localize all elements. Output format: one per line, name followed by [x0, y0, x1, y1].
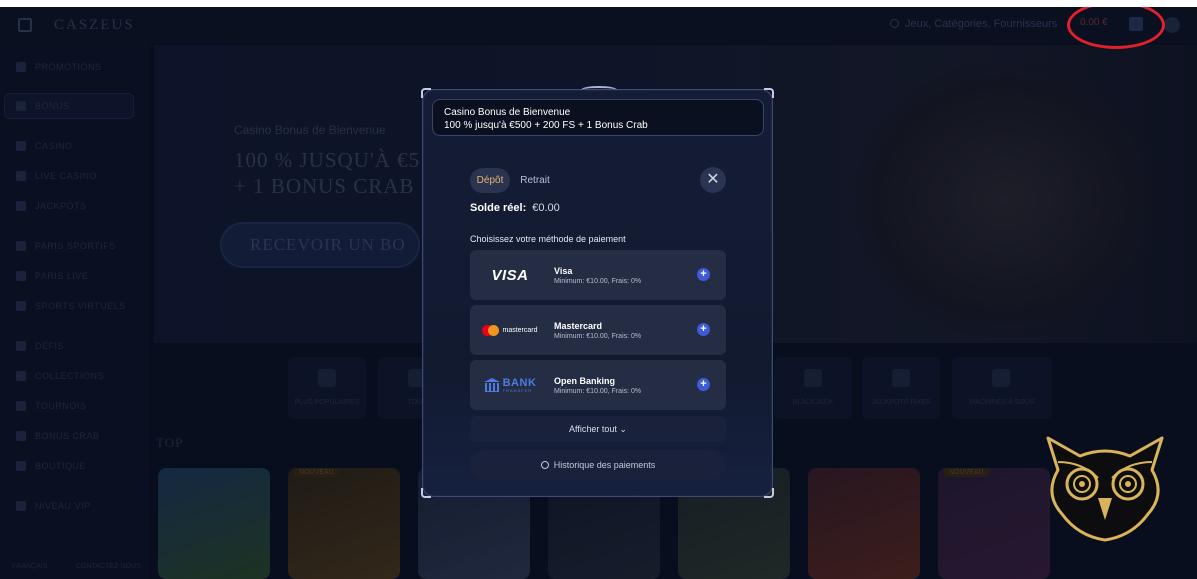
mastercard-logo: mastercard — [470, 305, 550, 355]
show-all-button[interactable]: Afficher tout ⌄ — [470, 416, 726, 442]
plus-icon[interactable]: + — [697, 378, 710, 391]
payment-method-name: Open Banking — [554, 376, 616, 386]
top-strip — [0, 0, 1197, 7]
history-icon — [540, 461, 549, 469]
payment-method-name: Visa — [554, 266, 573, 276]
payment-method-heading: Choisissez votre méthode de paiement — [470, 234, 626, 244]
bank-icon — [483, 378, 500, 392]
close-icon: ✕ — [706, 171, 720, 188]
deposit-modal: Casino Bonus de Bienvenue 100 % jusqu'à … — [421, 86, 774, 498]
owl-logo-watermark — [1046, 436, 1164, 542]
bonus-description: 100 % jusqu'à €500 + 200 FS + 1 Bonus Cr… — [444, 120, 648, 131]
corner-ornament — [764, 88, 774, 98]
tab-deposit[interactable]: Dépôt — [470, 168, 510, 193]
payment-method-info: Minimum: €10.00, Frais: 0% — [554, 278, 642, 285]
real-balance: Solde réel: €0.00 — [470, 202, 560, 214]
payment-method-mastercard[interactable]: mastercard Mastercard Minimum: €10.00, F… — [470, 305, 726, 355]
bonus-title: Casino Bonus de Bienvenue — [444, 107, 571, 118]
visa-logo: VISA — [491, 266, 529, 284]
payment-method-info: Minimum: €10.00, Frais: 0% — [554, 388, 642, 395]
corner-ornament — [421, 488, 431, 498]
balance-value: €0.00 — [532, 202, 560, 214]
corner-ornament — [421, 88, 431, 98]
ornament-icon — [581, 86, 617, 94]
payment-history-label: Historique des paiements — [553, 460, 656, 470]
close-button[interactable]: ✕ — [700, 167, 726, 193]
corner-ornament — [764, 488, 774, 498]
plus-icon[interactable]: + — [697, 323, 710, 336]
bonus-selector[interactable]: Casino Bonus de Bienvenue 100 % jusqu'à … — [432, 99, 764, 136]
plus-icon[interactable]: + — [697, 268, 710, 281]
payment-history-button[interactable]: Historique des paiements — [470, 450, 726, 480]
payment-method-visa[interactable]: VISA Visa Minimum: €10.00, Frais: 0% + — [470, 250, 726, 300]
payment-method-open-banking[interactable]: BANK TRANSFER Open Banking Minimum: €10.0… — [470, 360, 726, 410]
tab-withdraw[interactable]: Retrait — [515, 168, 555, 193]
app-window: CASZEUS Jeux, Catégories, Fournisseurs 0… — [0, 7, 1197, 579]
payment-method-name: Mastercard — [554, 321, 603, 331]
bank-transfer-logo: BANK TRANSFER — [470, 360, 550, 410]
payment-method-info: Minimum: €10.00, Frais: 0% — [554, 333, 642, 340]
balance-label: Solde réel: — [470, 202, 527, 214]
